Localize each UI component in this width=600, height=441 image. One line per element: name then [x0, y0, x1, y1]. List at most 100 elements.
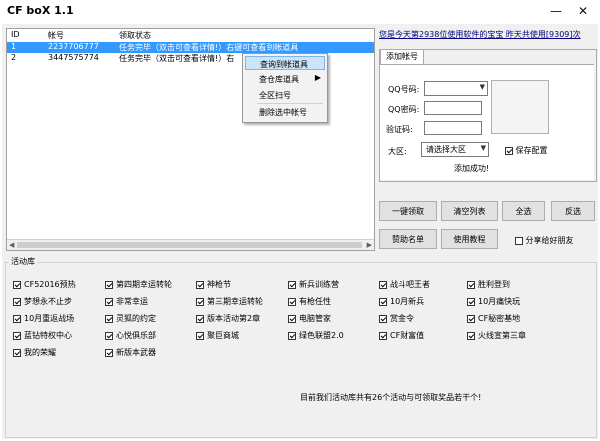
column-header-status[interactable]: 领取状态	[119, 30, 151, 41]
activity-checkbox[interactable]: 战斗吧王者	[379, 279, 430, 290]
activity-checkbox[interactable]: 10月重返战场	[13, 313, 74, 324]
scrollbar-thumb[interactable]	[17, 242, 362, 248]
menu-item-label: 全区扫号	[259, 91, 291, 100]
menu-item-scan-regions[interactable]: 全区扫号	[245, 88, 325, 102]
clear-list-button[interactable]: 清空列表	[441, 201, 498, 221]
column-header-id[interactable]: ID	[11, 30, 20, 39]
activity-checkbox[interactable]: 胜利登到	[467, 279, 510, 290]
share-checkbox[interactable]: 分享给好朋友	[515, 235, 574, 246]
close-button[interactable]: ✕	[574, 3, 592, 19]
activity-label: 心悦俱乐部	[116, 331, 156, 340]
activity-checkbox[interactable]: 新版本武器	[105, 347, 156, 358]
captcha-label: 验证码:	[386, 125, 413, 134]
activity-label: 战斗吧王者	[390, 280, 430, 289]
checkbox-check-icon	[467, 280, 475, 289]
activity-checkbox[interactable]: 新兵训练营	[288, 279, 339, 290]
activity-label: 电脑管家	[299, 314, 331, 323]
activity-checkbox[interactable]: 我的荣耀	[13, 347, 56, 358]
table-row[interactable]: 1 2237706777 任务完毕（双击可查看详情!）右键可查看到帐道具	[7, 42, 374, 53]
horizontal-scrollbar[interactable]: ◀ ▶	[7, 239, 374, 250]
menu-item-label: 查询到帐道具	[260, 60, 308, 69]
title-bar: CF boX 1.1 — ✕	[0, 0, 600, 22]
minimize-button[interactable]: —	[547, 3, 565, 19]
qq-password-label: QQ密码:	[388, 105, 420, 114]
activity-checkbox[interactable]: CF秘密基地	[467, 313, 520, 324]
activity-checkbox[interactable]: 有枪任性	[288, 296, 331, 307]
row-status: 任务完毕（双击可查看详情!）右	[119, 54, 235, 63]
activity-checkbox[interactable]: CF财富值	[379, 330, 424, 341]
menu-item-warehouse[interactable]: 查仓库道具 ▶	[245, 72, 325, 86]
activity-checkbox[interactable]: 心悦俱乐部	[105, 330, 156, 341]
activity-label: 10月新兵	[390, 297, 425, 306]
activity-checkbox[interactable]: 第四期幸运转轮	[105, 279, 172, 290]
column-header-account[interactable]: 帐号	[48, 30, 64, 41]
checkbox-check-icon	[467, 297, 475, 306]
tab-add-account[interactable]: 添加帐号	[380, 49, 424, 64]
checkbox-check-icon	[467, 314, 475, 323]
activity-checkbox[interactable]: 赏金令	[379, 313, 414, 324]
activity-label: 第三期幸运转轮	[207, 297, 263, 306]
activity-label: 10月痛快玩	[478, 297, 521, 306]
activity-checkbox[interactable]: 火线宣第三章	[467, 330, 526, 341]
checkbox-check-icon	[105, 348, 113, 357]
activity-checkbox[interactable]: 绿色联盟2.0	[288, 330, 344, 341]
sponsor-list-button[interactable]: 赞助名单	[379, 229, 437, 249]
activity-checkbox[interactable]: CF52016预热	[13, 279, 76, 290]
tutorial-button[interactable]: 使用教程	[441, 229, 498, 249]
region-select[interactable]: 请选择大区 ▼	[421, 142, 489, 157]
activity-checkbox[interactable]: 10月痛快玩	[467, 296, 520, 307]
activity-checkbox[interactable]: 非常幸运	[105, 296, 148, 307]
select-all-button[interactable]: 全选	[502, 201, 545, 221]
save-config-checkbox[interactable]: 保存配置	[505, 145, 548, 156]
one-click-claim-button[interactable]: 一键领取	[379, 201, 437, 221]
captcha-field[interactable]	[424, 121, 482, 135]
chevron-down-icon: ▼	[479, 83, 485, 91]
scroll-right-icon[interactable]: ▶	[367, 241, 372, 249]
activity-label: CF52016预热	[24, 280, 76, 289]
row-status: 任务完毕（双击可查看详情!）右键可查看到帐道具	[119, 43, 299, 52]
qq-password-field[interactable]	[424, 101, 482, 115]
activity-checkbox[interactable]: 10月新兵	[379, 296, 424, 307]
checkbox-check-icon	[288, 314, 296, 323]
activity-label: 绿色联盟2.0	[299, 331, 344, 340]
activity-checkbox[interactable]: 灵狐的约定	[105, 313, 156, 324]
activity-checkbox[interactable]: 第三期幸运转轮	[196, 296, 263, 307]
checkbox-check-icon	[288, 297, 296, 306]
activity-checkbox[interactable]: 版本活动第2章	[196, 313, 260, 324]
captcha-image[interactable]	[491, 80, 549, 134]
checkbox-icon	[515, 236, 523, 245]
checkbox-check-icon	[196, 314, 204, 323]
checkbox-check-icon	[288, 331, 296, 340]
window-title: CF boX 1.1	[7, 4, 74, 17]
row-id: 2	[11, 53, 17, 62]
activity-checkbox[interactable]: 蓝钻特权中心	[13, 330, 72, 341]
activity-label: 10月重返战场	[24, 314, 75, 323]
menu-item-query-received[interactable]: 查询到帐道具	[245, 56, 325, 70]
checkbox-check-icon	[13, 314, 21, 323]
menu-item-delete-selected[interactable]: 删除选中帐号	[245, 105, 325, 119]
checkbox-check-icon	[105, 280, 113, 289]
scroll-left-icon[interactable]: ◀	[9, 241, 14, 249]
checkbox-check-icon	[505, 146, 513, 155]
activities-summary-text: 目前我们活动库共有26个活动与可领取奖品若干个!	[300, 393, 482, 402]
save-config-label: 保存配置	[515, 146, 548, 155]
invert-selection-button[interactable]: 反选	[551, 201, 595, 221]
activity-label: 聚巨商城	[207, 331, 239, 340]
qq-number-field[interactable]: ▼	[424, 81, 488, 96]
list-header: ID 帐号 领取状态	[7, 29, 374, 41]
checkbox-check-icon	[105, 297, 113, 306]
activity-checkbox[interactable]: 电脑管家	[288, 313, 331, 324]
activity-checkbox[interactable]: 聚巨商城	[196, 330, 239, 341]
activity-label: 我的荣耀	[24, 348, 56, 357]
checkbox-check-icon	[196, 297, 204, 306]
activity-label: 有枪任性	[299, 297, 331, 306]
activity-checkbox[interactable]: 神枪节	[196, 279, 231, 290]
region-label: 大区:	[388, 147, 407, 156]
activity-label: 新版本武器	[116, 348, 156, 357]
activity-checkbox[interactable]: 梦想永不止步	[13, 296, 72, 307]
checkbox-check-icon	[379, 314, 387, 323]
qq-number-label: QQ号码:	[388, 85, 420, 94]
checkbox-check-icon	[13, 331, 21, 340]
chevron-down-icon: ▼	[480, 144, 486, 152]
activity-label: 新兵训练营	[299, 280, 339, 289]
